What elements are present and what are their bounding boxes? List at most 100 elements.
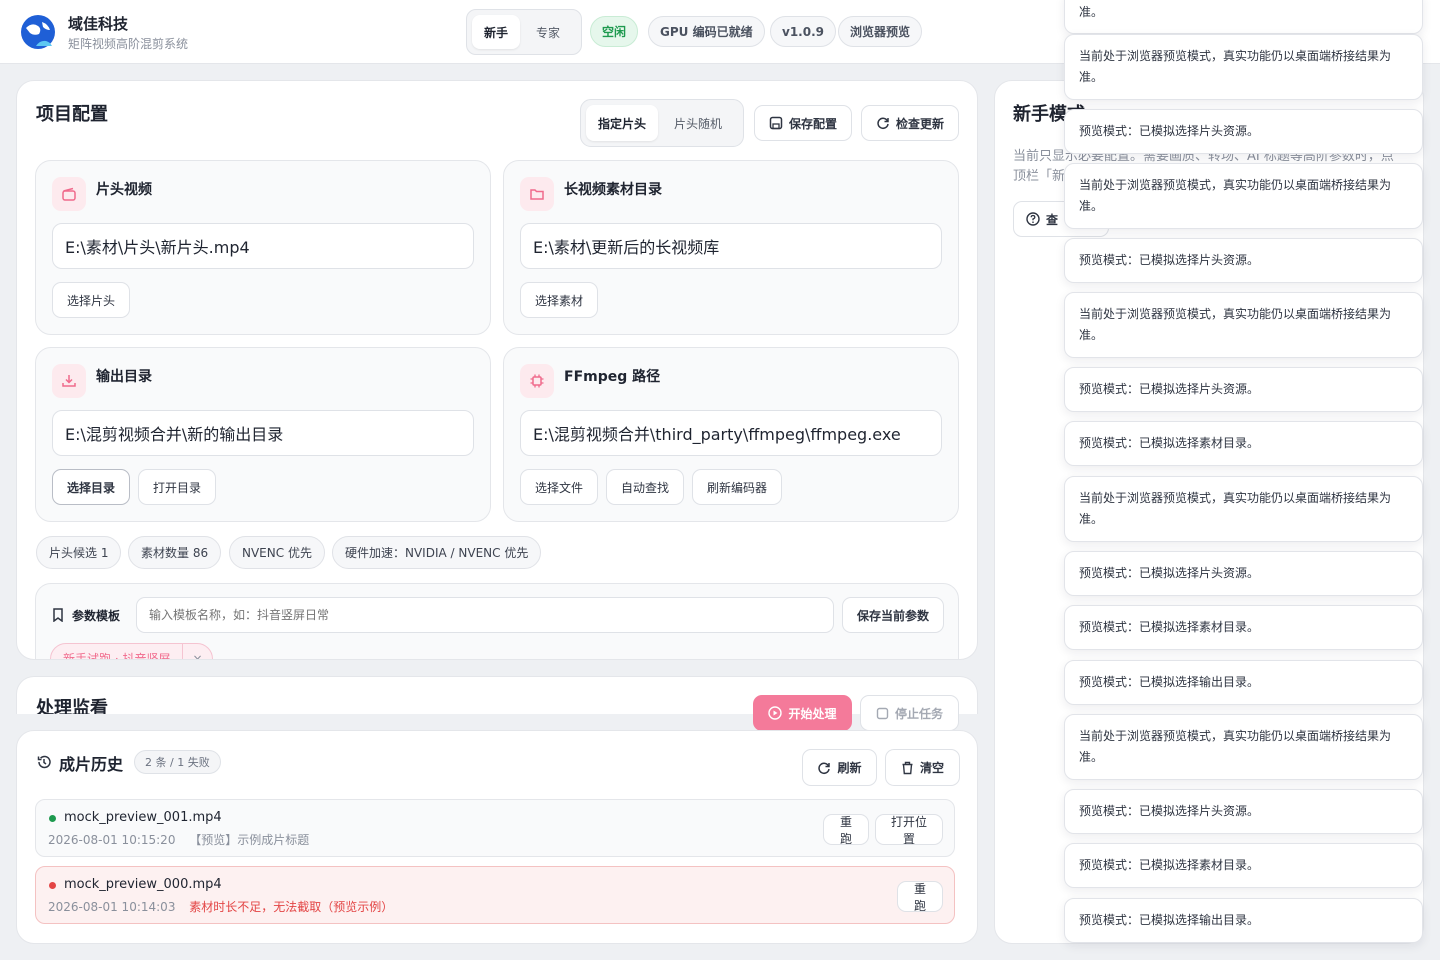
history-file-name: mock_preview_000.mp4 <box>64 877 222 892</box>
mode-expert-button[interactable]: 专家 <box>524 15 572 49</box>
guide-help-label: 查 <box>1046 212 1059 227</box>
refresh-encoder-button[interactable]: 刷新编码器 <box>692 469 782 505</box>
toast-message: 预览模式：已模拟选择素材目录。 <box>1064 605 1423 650</box>
chip-intro-count: 片头候选 1 <box>36 536 122 569</box>
toast-message: 预览模式：已模拟选择输出目录。 <box>1064 660 1423 705</box>
monitor-title: 处理监看 <box>36 698 108 714</box>
folder-icon <box>520 177 554 211</box>
save-icon <box>769 116 783 130</box>
gpu-status-badge: GPU 编码已就绪 <box>648 16 765 47</box>
toast-message: 预览模式：已模拟选择素材目录。 <box>1064 843 1423 888</box>
app-name: 域佳科技 <box>68 15 129 33</box>
start-process-button[interactable]: 开始处理 <box>753 695 852 731</box>
material-dir-path-input[interactable]: E:\素材\更新后的长视频库 <box>520 223 942 269</box>
chip-material-count: 素材数量 86 <box>128 536 222 569</box>
history-meta: 2026-08-01 10:14:03 素材时长不足，无法截取（预览示例） <box>48 898 393 915</box>
history-row: mock_preview_001.mp4 2026-08-01 10:15:20… <box>35 799 955 857</box>
auto-find-ffmpeg-button[interactable]: 自动查找 <box>606 469 684 505</box>
save-config-button[interactable]: 保存配置 <box>754 105 852 141</box>
history-error-note: 素材时长不足，无法截取（预览示例） <box>189 900 394 914</box>
start-process-label: 开始处理 <box>788 706 837 721</box>
material-dir-title: 长视频素材目录 <box>564 182 662 198</box>
fixed-head-button[interactable]: 指定片头 <box>586 105 659 141</box>
rerun-button[interactable]: 重跑 <box>897 881 943 913</box>
save-config-label: 保存配置 <box>788 116 837 131</box>
toast-message: 当前处于浏览器预览模式，真实功能仍以桌面端桥接结果为准。 <box>1064 292 1423 358</box>
intro-video-path-input[interactable]: E:\素材\片头\新片头.mp4 <box>52 223 474 269</box>
toast-message: 预览模式：已模拟选择片头资源。 <box>1064 789 1423 834</box>
trash-icon <box>902 761 913 774</box>
toast-message: 预览模式：已模拟选择片头资源。 <box>1064 551 1423 596</box>
browser-preview-badge: 浏览器预览 <box>838 16 923 47</box>
template-name-input[interactable] <box>136 597 834 633</box>
toast-message: 准。 <box>1064 0 1423 34</box>
version-badge: v1.0.9 <box>770 16 836 47</box>
history-icon <box>37 755 51 769</box>
open-output-button[interactable]: 打开目录 <box>138 469 216 505</box>
template-tag[interactable]: 新手试跑 · 抖音竖屏 × <box>50 643 213 659</box>
refresh-icon <box>818 762 831 774</box>
chip-hw-accel: 硬件加速：NVIDIA / NVENC 优先 <box>332 536 542 569</box>
toast-message: 当前处于浏览器预览模式，真实功能仍以桌面端桥接结果为准。 <box>1064 714 1423 780</box>
intro-video-title: 片头视频 <box>96 182 152 198</box>
clapperboard-icon <box>52 177 86 211</box>
toast-message: 预览模式：已模拟选择素材目录。 <box>1064 421 1423 466</box>
chip-nvenc: NVENC 优先 <box>229 536 325 569</box>
status-dot-error <box>49 882 56 889</box>
select-intro-button[interactable]: 选择片头 <box>52 282 130 318</box>
ffmpeg-path-title: FFmpeg 路径 <box>564 369 661 385</box>
mode-toggle: 新手 专家 <box>466 9 582 55</box>
question-icon <box>1026 212 1040 226</box>
toast-message: 预览模式：已模拟选择片头资源。 <box>1064 238 1423 283</box>
param-template-label: 参数模板 <box>72 609 121 623</box>
stop-icon <box>876 707 889 719</box>
output-dir-title: 输出目录 <box>96 369 152 385</box>
output-dir-path-input[interactable]: E:\混剪视频合并\新的输出目录 <box>52 410 474 456</box>
history-count-badge: 2 条 / 1 失败 <box>134 750 221 774</box>
template-tag-label: 新手试跑 · 抖音竖屏 <box>51 644 184 659</box>
check-update-button[interactable]: 检查更新 <box>861 105 959 141</box>
select-ffmpeg-file-button[interactable]: 选择文件 <box>520 469 598 505</box>
toast-message: 预览模式：已模拟选择片头资源。 <box>1064 367 1423 412</box>
status-dot-success <box>49 815 56 822</box>
download-tray-icon <box>52 364 86 398</box>
project-config-title: 项目配置 <box>36 104 108 125</box>
history-title: 成片历史 <box>59 755 124 774</box>
select-material-button[interactable]: 选择素材 <box>520 282 598 318</box>
project-config-panel: 项目配置 指定片头 片头随机 保存配置 检查更新 片头视频 E:\素材\片头\新… <box>16 80 978 660</box>
history-file-name: mock_preview_001.mp4 <box>64 810 222 825</box>
globe-logo-icon <box>21 15 55 49</box>
remove-tag-icon[interactable]: × <box>183 652 211 659</box>
stop-task-label: 停止任务 <box>894 706 943 721</box>
refresh-icon <box>877 117 889 130</box>
select-output-button[interactable]: 选择目录 <box>52 469 130 505</box>
material-dir-card: 长视频素材目录 E:\素材\更新后的长视频库 选择素材 <box>503 160 959 335</box>
check-update-label: 检查更新 <box>895 116 944 131</box>
history-time: 2026-08-01 10:14:03 <box>48 900 176 914</box>
app-subtitle: 矩阵视频高阶混剪系统 <box>68 37 189 51</box>
output-dir-card: 输出目录 E:\混剪视频合并\新的输出目录 选择目录 打开目录 <box>35 347 491 522</box>
param-template-card: 参数模板 保存当前参数 新手试跑 · 抖音竖屏 × <box>35 583 959 659</box>
history-refresh-label: 刷新 <box>837 761 862 775</box>
chip-icon <box>520 364 554 398</box>
bookmark-icon <box>53 608 63 622</box>
toast-message: 预览模式：已模拟选择片头资源。 <box>1064 109 1423 154</box>
history-row: mock_preview_000.mp4 2026-08-01 10:14:03… <box>35 866 955 924</box>
play-icon <box>768 706 783 720</box>
history-clear-button[interactable]: 清空 <box>885 749 960 786</box>
open-location-button[interactable]: 打开位置 <box>875 814 943 846</box>
history-meta: 2026-08-01 10:15:20 【预览】示例成片标题 <box>48 831 309 848</box>
head-mode-toggle: 指定片头 片头随机 <box>580 99 744 147</box>
stop-task-button[interactable]: 停止任务 <box>860 695 959 731</box>
save-template-button[interactable]: 保存当前参数 <box>842 597 944 633</box>
history-clear-label: 清空 <box>919 761 944 775</box>
toast-message: 当前处于浏览器预览模式，真实功能仍以桌面端桥接结果为准。 <box>1064 34 1423 100</box>
toast-message: 当前处于浏览器预览模式，真实功能仍以桌面端桥接结果为准。 <box>1064 476 1423 542</box>
rerun-button[interactable]: 重跑 <box>823 814 869 846</box>
history-refresh-button[interactable]: 刷新 <box>802 749 877 786</box>
random-head-button[interactable]: 片头随机 <box>662 105 734 141</box>
history-time: 2026-08-01 10:15:20 <box>48 833 176 847</box>
status-idle-badge: 空闲 <box>590 16 639 47</box>
ffmpeg-path-input[interactable]: E:\混剪视频合并\third_party\ffmpeg\ffmpeg.exe <box>520 410 942 456</box>
mode-novice-button[interactable]: 新手 <box>472 15 521 49</box>
